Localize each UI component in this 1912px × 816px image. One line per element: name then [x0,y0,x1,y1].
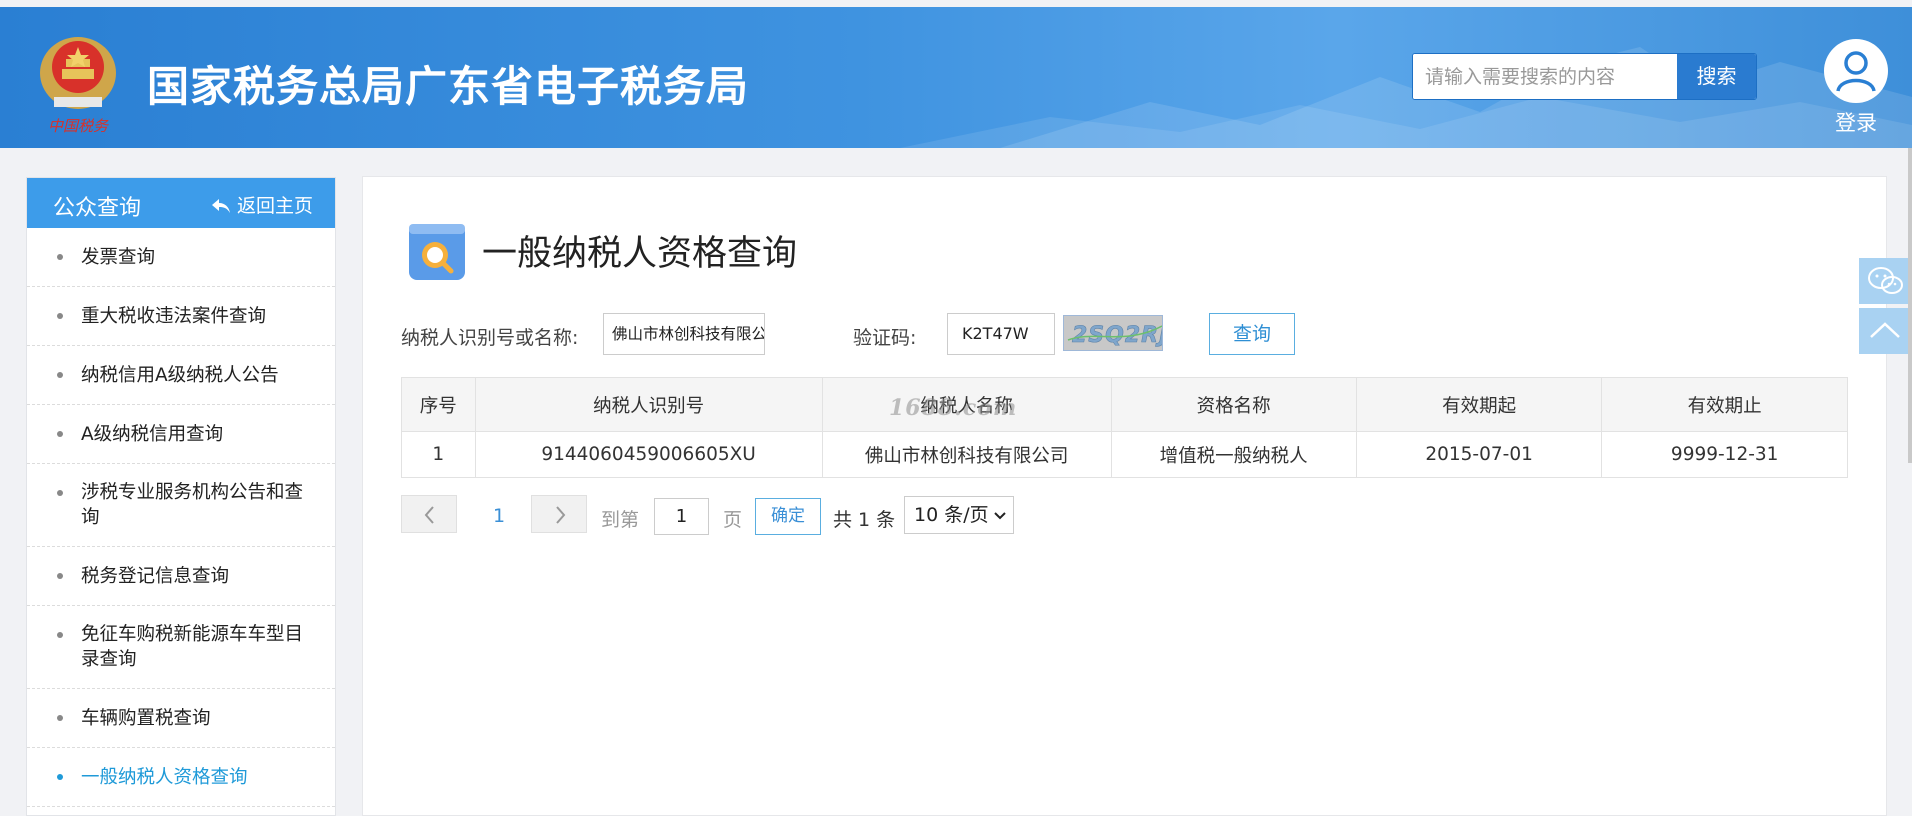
page-title: 一般纳税人资格查询 [482,234,798,274]
sidebar-item-label: 涉税专业服务机构公告和查询 [81,482,304,528]
search-box: 搜索 [1412,53,1757,100]
sidebar-item-general-taxpayer-query[interactable]: 一般纳税人资格查询 [27,748,335,807]
table-cell: 2015-07-01 [1355,431,1603,478]
search-document-icon [407,222,467,282]
table-cell: 佛山市林创科技有限公司 [821,431,1112,478]
main-content: 一般纳税人资格查询 纳税人识别号或名称: 佛山市林创科技有限公司 验证码: K2… [362,176,1887,816]
sidebar-item-a-level-credit-query[interactable]: A级纳税信用查询 [27,405,335,464]
site-title[interactable]: 国家税务总局广东省电子税务局 [147,53,749,114]
back-arrow-icon [211,199,230,213]
sidebar-item-vehicle-purchase-tax[interactable]: 车辆购置税查询 [27,689,335,748]
page-size-select[interactable]: 10 条/页 [904,496,1014,534]
bullet-icon [57,254,63,260]
sidebar-header: 公众查询 返回主页 [27,178,335,228]
sidebar-item-invoice-query[interactable]: 发票查询 [27,228,335,287]
bullet-icon [57,774,63,780]
column-header: 纳税人名称 [821,377,1112,432]
chevron-up-icon [1870,322,1900,338]
sidebar-item-tax-registration-query[interactable]: 税务登记信息查询 [27,547,335,606]
column-header: 纳税人识别号 [474,377,823,432]
sidebar-item-major-violation-query[interactable]: 重大税收违法案件查询 [27,287,335,346]
confirm-button[interactable]: 确定 [755,498,821,535]
chevron-right-icon [556,506,566,524]
tin-input[interactable]: 佛山市林创科技有限公司 [603,313,765,355]
captcha-text: 2SQ2RJ [1072,323,1163,348]
sidebar-item-label: A级纳税信用查询 [81,423,224,445]
emblem-caption: 中国税务 [48,117,110,135]
sidebar-item-label: 税务登记信息查询 [81,565,230,587]
back-home-link[interactable]: 返回主页 [211,191,313,218]
search-input[interactable] [1413,54,1675,99]
result-table: 序号 纳税人识别号 纳税人名称 资格名称 有效期起 有效期止 1 9144060… [401,377,1848,478]
total-count: 共 1 条 [833,509,896,531]
bullet-icon [57,313,63,319]
sidebar-item-label: 免征车购税新能源车车型目录查询 [81,624,304,670]
search-button[interactable]: 搜索 [1677,54,1756,99]
sidebar-item-label: 一般纳税人资格查询 [81,766,248,788]
sidebar-item-tax-service-agency[interactable]: 涉税专业服务机构公告和查询 [27,464,335,547]
sidebar-item-label: 发票查询 [81,246,156,268]
page-size-value: 10 条/页 [914,504,989,526]
back-home-label: 返回主页 [236,195,313,217]
captcha-input[interactable]: K2T47W [947,313,1055,355]
wechat-button[interactable] [1859,258,1912,304]
sidebar-item-label: 重大税收违法案件查询 [81,305,267,327]
bullet-icon [57,715,63,721]
table-header-row: 序号 纳税人识别号 纳税人名称 资格名称 有效期起 有效期止 [401,377,1848,432]
page-unit-label: 页 [723,509,743,531]
goto-page-input[interactable]: 1 [654,498,709,535]
prev-page-button[interactable] [401,495,457,533]
scrollbar[interactable] [1908,148,1912,463]
table-cell: 增值税一般纳税人 [1110,431,1357,478]
back-to-top-button[interactable] [1859,308,1912,354]
bullet-icon [57,431,63,437]
table-row: 1 9144060459006605XU 佛山市林创科技有限公司 增值税一般纳税… [401,431,1848,478]
captcha-image[interactable]: 2SQ2RJ [1063,315,1163,351]
tax-emblem-logo[interactable]: 中国税务 [36,29,120,137]
tin-label: 纳税人识别号或名称: [401,327,579,349]
page-number[interactable]: 1 [493,505,505,527]
sidebar-title: 公众查询 [53,196,142,221]
user-icon [1824,39,1888,103]
column-header: 有效期止 [1601,377,1848,432]
sidebar-item-label: 车辆购置税查询 [81,707,211,729]
sidebar: 公众查询 返回主页 发票查询 重大税收违法案件查询 纳税信用A级纳税人公告 A级… [26,177,336,816]
table-cell: 9144060459006605XU [474,431,823,478]
bullet-icon [57,573,63,579]
bullet-icon [57,632,63,638]
bullet-icon [57,490,63,496]
captcha-label: 验证码: [853,327,917,349]
goto-label: 到第 [601,509,640,531]
sidebar-item-label: 纳税信用A级纳税人公告 [81,364,279,386]
sidebar-item-new-energy-vehicle-catalog[interactable]: 免征车购税新能源车车型目录查询 [27,606,335,689]
query-button[interactable]: 查询 [1209,313,1295,355]
column-header: 有效期起 [1355,377,1603,432]
chevron-left-icon [424,506,434,524]
table-cell: 1 [401,431,476,478]
bullet-icon [57,372,63,378]
column-header: 序号 [401,377,476,432]
next-page-button[interactable] [531,495,587,533]
login-label: 登录 [1835,111,1877,135]
sidebar-item-a-level-announcement[interactable]: 纳税信用A级纳税人公告 [27,346,335,405]
table-cell: 9999-12-31 [1601,431,1848,478]
chevron-down-icon [994,512,1006,520]
column-header: 资格名称 [1110,377,1357,432]
wechat-icon [1868,267,1903,294]
site-header: 中国税务 国家税务总局广东省电子税务局 搜索 登录 [0,7,1912,148]
login-button[interactable]: 登录 [1820,39,1892,137]
